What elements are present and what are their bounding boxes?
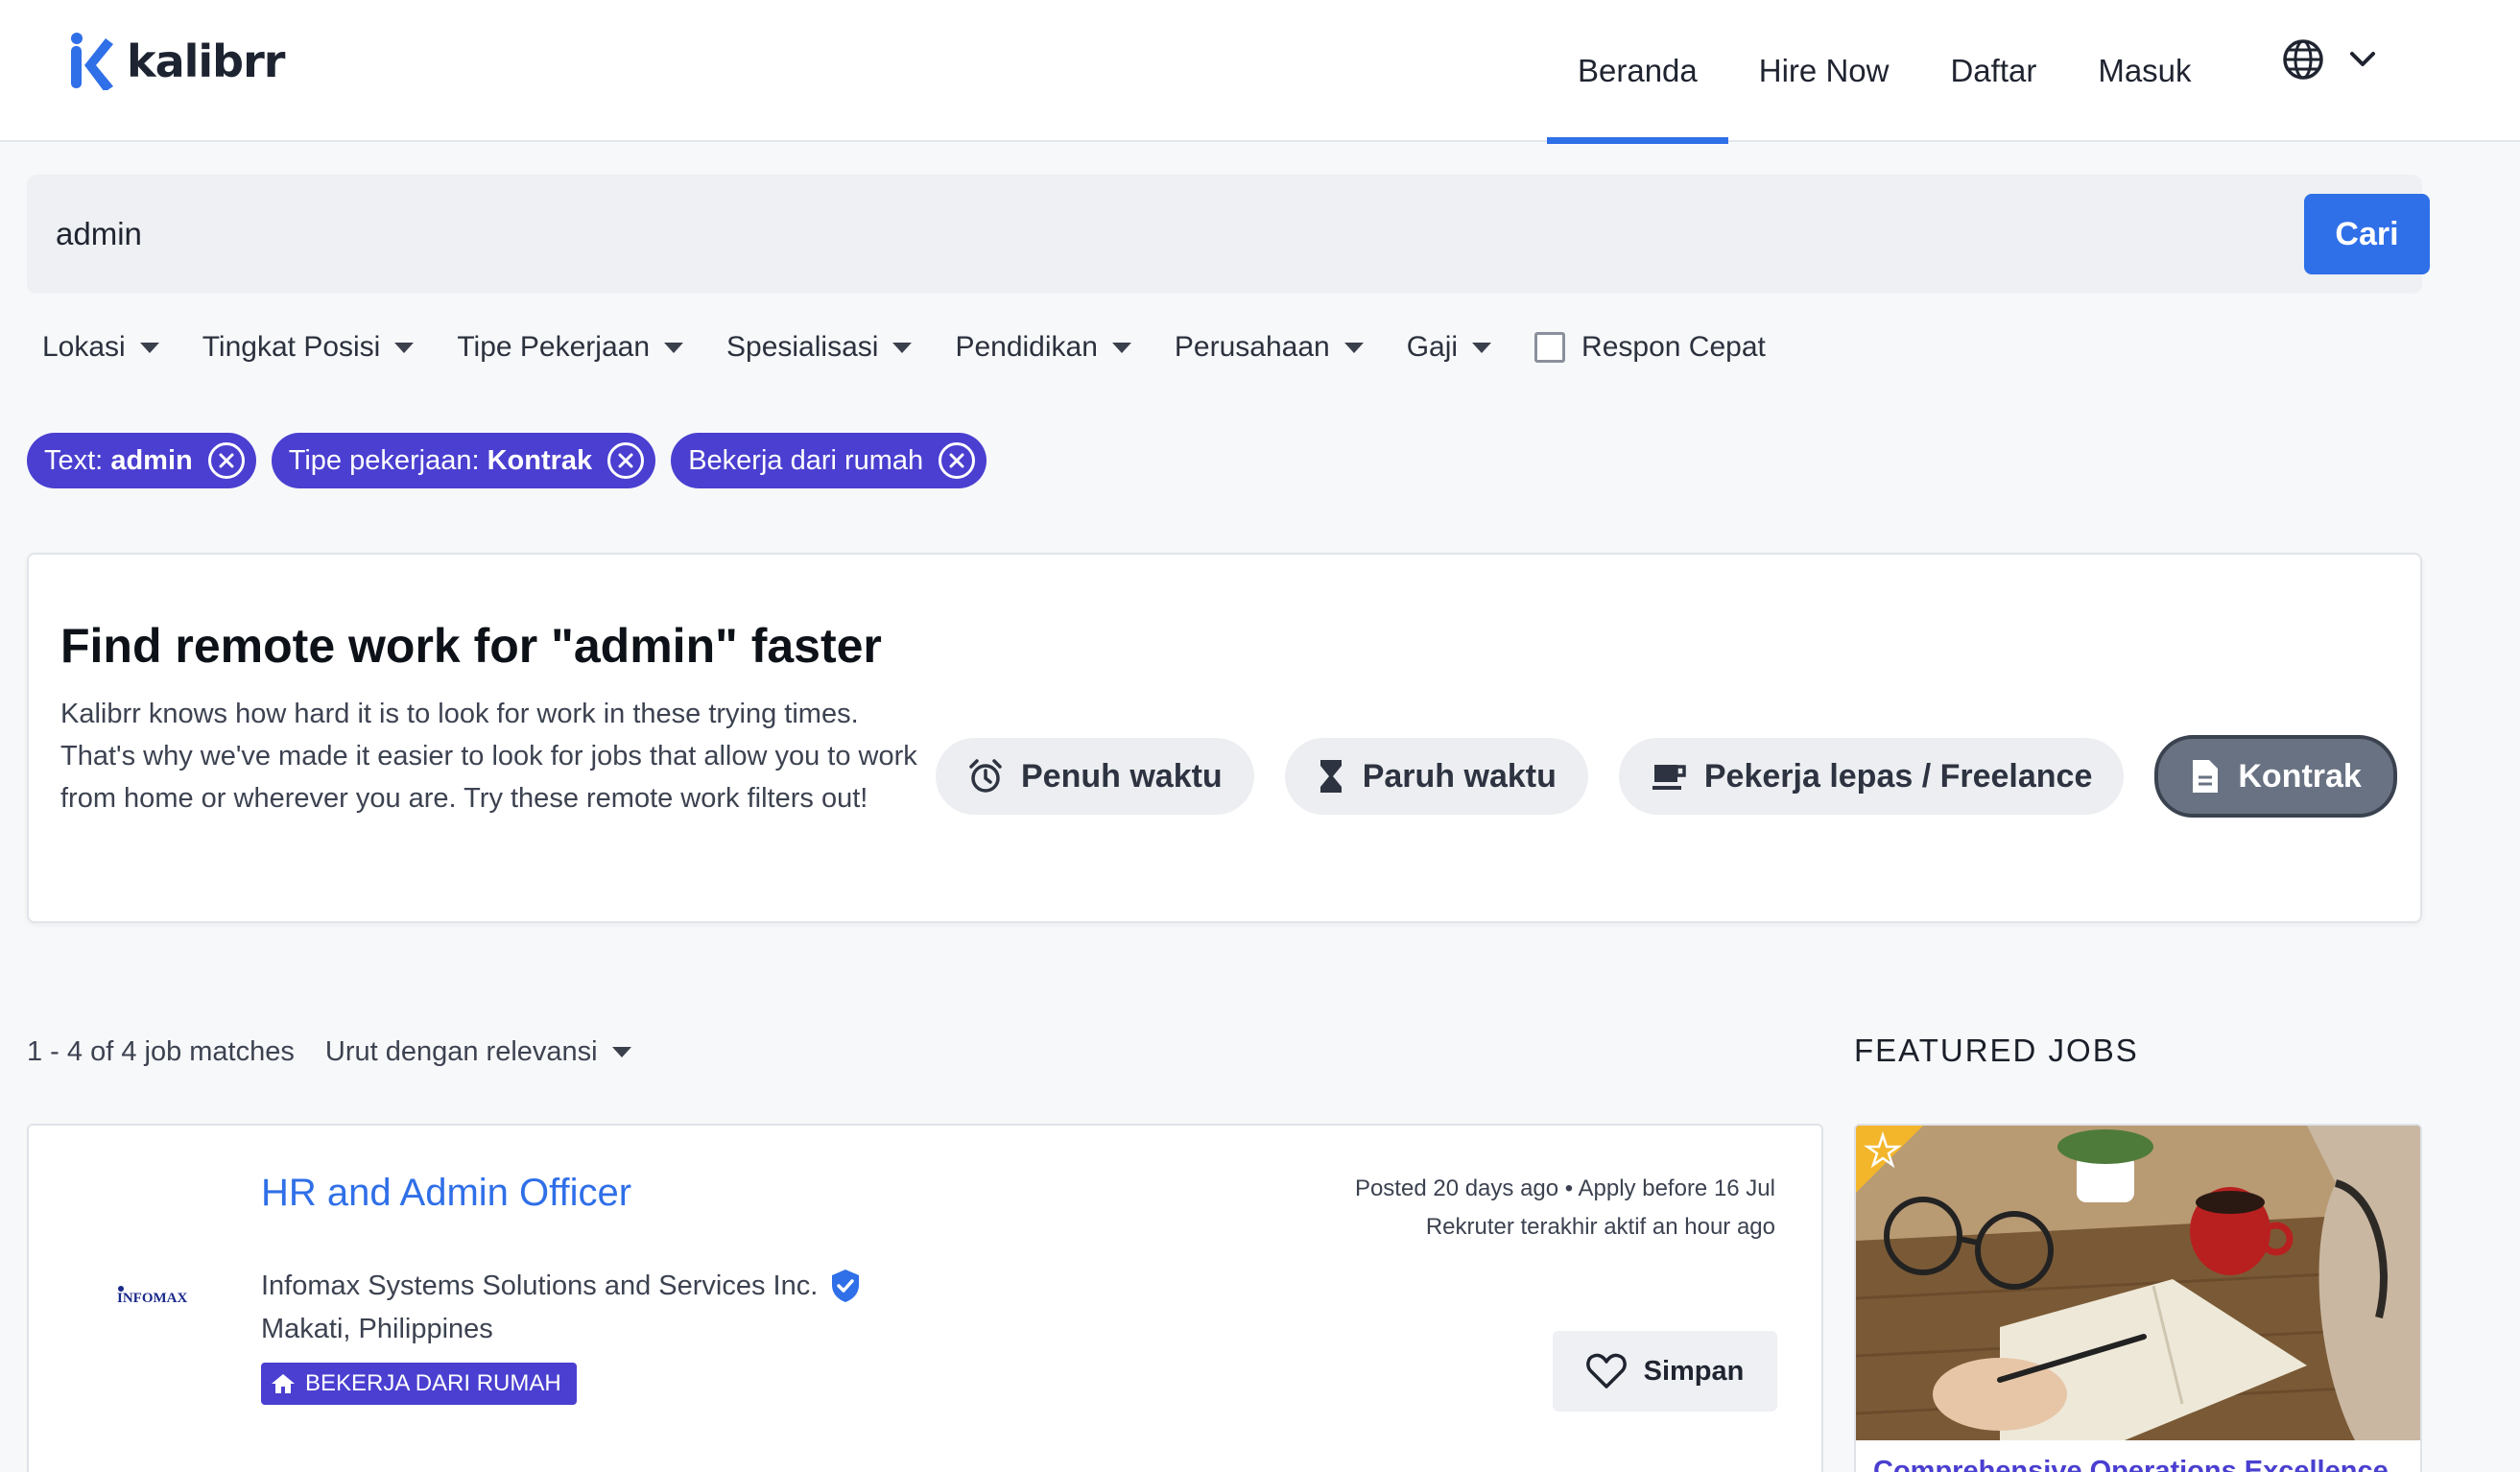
verified-badge-icon — [832, 1270, 860, 1302]
chip-prefix: Tipe pekerjaan: — [288, 444, 487, 476]
company-name-link[interactable]: Infomax Systems Solutions and Services I… — [261, 1268, 862, 1304]
active-filter-chips: Text: admin Tipe pekerjaan: Kontrak Beke… — [27, 433, 987, 488]
company-logo-text: INFOMAX — [117, 1291, 187, 1306]
job-location: Makati, Philippines — [261, 1314, 493, 1344]
nav-hire-now[interactable]: Hire Now — [1728, 0, 1920, 142]
featured-job-image — [1856, 1126, 2420, 1440]
filter-label: Tingkat Posisi — [202, 331, 381, 363]
globe-icon — [2283, 39, 2323, 80]
filter-label: Tipe Pekerjaan — [457, 331, 651, 363]
job-title-link[interactable]: HR and Admin Officer — [261, 1172, 631, 1215]
nav-beranda[interactable]: Beranda — [1547, 0, 1728, 144]
filter-label: Gaji — [1406, 331, 1459, 363]
results-count: 1 - 4 of 4 job matches — [27, 1036, 295, 1067]
chip-value: Bekerja dari rumah — [688, 444, 924, 476]
filter-perusahaan[interactable]: Perusahaan — [1175, 331, 1364, 364]
home-icon — [272, 1374, 295, 1393]
option-label: Kontrak — [2238, 757, 2362, 795]
chip-prefix: Text: — [44, 444, 111, 476]
search-input[interactable] — [56, 202, 2263, 267]
caret-down-icon — [664, 342, 684, 353]
option-label: Penuh waktu — [1021, 757, 1223, 795]
filter-label: Perusahaan — [1174, 331, 1330, 363]
remove-chip-close-icon[interactable] — [607, 442, 645, 479]
featured-job-title[interactable]: Comprehensive Operations Excellence — [1873, 1456, 2389, 1472]
filter-label: Spesialisasi — [726, 331, 879, 363]
caret-down-icon — [394, 342, 415, 353]
caret-down-icon — [1111, 342, 1131, 353]
option-label: Pekerja lepas / Freelance — [1703, 757, 2093, 795]
caret-down-icon — [1343, 342, 1364, 353]
option-label: Paruh waktu — [1362, 757, 1557, 795]
filter-tingkat-posisi[interactable]: Tingkat Posisi — [202, 331, 415, 364]
recruiter-activity: Rekruter terakhir aktif an hour ago — [1425, 1214, 1775, 1240]
featured-job-card[interactable]: Comprehensive Operations Excellence — [1854, 1124, 2422, 1472]
company-logo[interactable]: INFOMAX — [115, 1279, 211, 1312]
remote-card-description: Kalibrr knows how hard it is to look for… — [60, 699, 917, 814]
chip-value: admin — [110, 444, 193, 476]
chip-job-type-filter: Tipe pekerjaan: Kontrak — [271, 433, 656, 488]
alarm-clock-icon — [969, 759, 1002, 793]
remote-card-title: Find remote work for "admin" faster — [60, 619, 882, 673]
search-bar: Cari — [27, 175, 2430, 294]
remote-work-card: Find remote work for "admin" faster Kali… — [27, 553, 2422, 923]
remote-filter-options: Penuh waktu Paruh waktu Pekerja lepas / … — [936, 735, 2397, 818]
wfh-badge-label: BEKERJA DARI RUMAH — [305, 1370, 561, 1396]
sort-label: Urut dengan relevansi — [324, 1036, 598, 1067]
filter-bar: Lokasi Tingkat Posisi Tipe Pekerjaan Spe… — [42, 324, 1766, 370]
option-paruh-waktu[interactable]: Paruh waktu — [1284, 738, 1588, 815]
document-icon — [2193, 760, 2219, 793]
nav-daftar[interactable]: Daftar — [1919, 0, 2067, 142]
chevron-down-icon — [2350, 52, 2375, 66]
posted-date: Posted 20 days ago • Apply before 16 Jul — [1354, 1175, 1775, 1201]
nav-masuk[interactable]: Masuk — [2067, 0, 2222, 142]
respon-cepat-checkbox[interactable] — [1534, 332, 1566, 363]
coffee-cup-icon — [1652, 765, 1686, 790]
hourglass-icon — [1319, 760, 1342, 793]
top-navigation-bar: kalibrr Beranda Hire Now Daftar Masuk — [0, 0, 2520, 144]
caret-down-icon — [892, 342, 913, 353]
respon-cepat-toggle[interactable]: Respon Cepat — [1534, 331, 1766, 364]
remove-chip-close-icon[interactable] — [939, 442, 976, 479]
brand-name: kalibrr — [127, 36, 285, 87]
chip-value: Kontrak — [487, 444, 593, 476]
results-meta: 1 - 4 of 4 job matches Urut dengan relev… — [27, 1036, 631, 1068]
chip-remote-filter: Bekerja dari rumah — [671, 433, 987, 488]
option-penuh-waktu[interactable]: Penuh waktu — [936, 738, 1254, 815]
featured-jobs-heading: FEATURED JOBS — [1854, 1033, 2139, 1068]
main-nav: Beranda Hire Now Daftar Masuk — [1547, 0, 2223, 144]
caret-down-icon — [611, 1047, 631, 1057]
chip-text-filter: Text: admin — [27, 433, 256, 488]
filter-spesialisasi[interactable]: Spesialisasi — [726, 331, 913, 364]
language-selector[interactable] — [2282, 38, 2376, 81]
filter-lokasi[interactable]: Lokasi — [42, 331, 159, 364]
search-button[interactable]: Cari — [2304, 194, 2430, 274]
filter-pendidikan[interactable]: Pendidikan — [955, 331, 1131, 364]
heart-icon — [1585, 1353, 1627, 1389]
kalibrr-logo[interactable]: kalibrr — [69, 33, 285, 90]
option-freelance[interactable]: Pekerja lepas / Freelance — [1618, 738, 2125, 815]
filter-tipe-pekerjaan[interactable]: Tipe Pekerjaan — [457, 331, 684, 364]
caret-down-icon — [1472, 342, 1492, 353]
caret-down-icon — [139, 342, 159, 353]
sort-dropdown[interactable]: Urut dengan relevansi — [325, 1036, 631, 1068]
save-job-button[interactable]: Simpan — [1553, 1331, 1777, 1412]
remove-chip-close-icon[interactable] — [207, 442, 245, 479]
respon-cepat-label: Respon Cepat — [1581, 331, 1766, 363]
option-kontrak[interactable]: Kontrak — [2154, 735, 2397, 818]
company-name: Infomax Systems Solutions and Services I… — [261, 1270, 819, 1301]
filter-gaji[interactable]: Gaji — [1406, 331, 1492, 364]
filter-label: Pendidikan — [955, 331, 1098, 363]
save-label: Simpan — [1643, 1355, 1745, 1387]
job-post-meta: Posted 20 days ago • Apply before 16 Jul… — [1355, 1170, 1775, 1246]
kalibrr-k-logo-icon — [71, 33, 113, 90]
job-card: INFOMAX HR and Admin Officer Infomax Sys… — [27, 1124, 1823, 1472]
filter-label: Lokasi — [42, 331, 126, 363]
wfh-badge: BEKERJA DARI RUMAH — [261, 1363, 577, 1405]
